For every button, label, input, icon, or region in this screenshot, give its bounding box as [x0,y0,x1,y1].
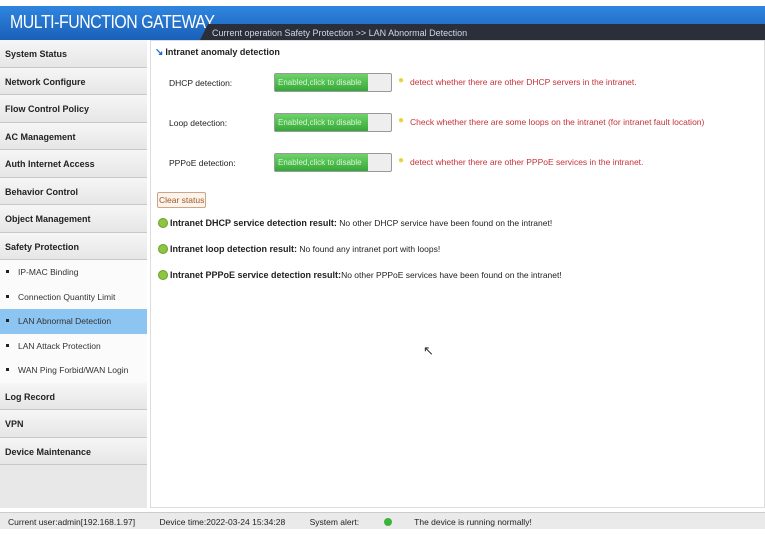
row-label: PPPoE detection: [169,158,236,168]
submenu-connection-quantity-limit[interactable]: Connection Quantity Limit [0,284,147,310]
result-text: No other DHCP service have been found on… [336,218,553,228]
menu-auth-internet-access[interactable]: Auth Internet Access [0,150,147,178]
clear-status-button[interactable]: Clear status [157,192,207,208]
check-icon [158,270,168,280]
menu-flow-control-policy[interactable]: Flow Control Policy [0,95,147,123]
alert-text: The device is running normally! [414,517,532,527]
device-time: Device time:2022-03-24 15:34:28 [159,517,286,527]
row-hint: Check whether there are some loops on th… [410,117,705,127]
menu-network-configure[interactable]: Network Configure [0,67,147,95]
row-hint: detect whether there are other PPPoE ser… [410,157,644,167]
pppoe-result: Intranet PPPoE service detection result:… [158,270,562,280]
section-title-text: Intranet anomaly detection [165,47,280,57]
toggle-label: Enabled,click to disable [275,114,368,131]
dhcp-detection-toggle[interactable]: Enabled,click to disable [274,73,392,92]
submenu-lan-attack-protection[interactable]: LAN Attack Protection [0,333,147,359]
status-ok-icon [384,518,393,526]
breadcrumb: Current operation Safety Protection >> L… [200,24,765,40]
result-text: No found any intranet port with loops! [297,244,441,254]
alert-label: System alert: [309,517,360,527]
section-title: ↘ Intranet anomaly detection [155,47,280,58]
header: MULTI-FUNCTION GATEWAY Current operation… [0,6,765,40]
pppoe-detection-row: PPPoE detection: Enabled,click to disabl… [169,153,759,173]
lightbulb-icon: ● [398,155,405,166]
result-label: Intranet PPPoE service detection result: [170,270,342,280]
menu-system-status[interactable]: System Status [0,40,147,68]
menu-ac-management[interactable]: AC Management [0,122,147,150]
content-panel: ↘ Intranet anomaly detection DHCP detecti… [150,40,765,508]
system-alert: System alert: The device is running norma… [310,517,554,527]
current-user: Current user:admin[192.168.1.97] [8,517,136,527]
submenu-ip-mac-binding[interactable]: IP-MAC Binding [0,260,147,285]
menu-device-maintenance[interactable]: Device Maintenance [0,437,147,466]
dhcp-result: Intranet DHCP service detection result: … [158,218,552,228]
mouse-cursor-icon: ↖ [423,343,434,358]
result-label: Intranet loop detection result: [170,244,298,254]
result-text: No other PPPoE services have been found … [341,270,562,280]
toggle-label: Enabled,click to disable [275,74,368,91]
pppoe-detection-toggle[interactable]: Enabled,click to disable [274,153,392,172]
check-icon [158,244,168,254]
row-label: DHCP detection: [169,78,233,88]
status-bar: Current user:admin[192.168.1.97] Device … [0,512,765,529]
row-label: Loop detection: [169,118,228,128]
loop-detection-toggle[interactable]: Enabled,click to disable [274,113,392,132]
toggle-label: Enabled,click to disable [275,154,368,171]
submenu-lan-abnormal-detection[interactable]: LAN Abnormal Detection [0,309,147,334]
arrow-icon: ↘ [155,47,164,58]
lightbulb-icon: ● [398,75,405,86]
lightbulb-icon: ● [398,115,405,126]
app-title: MULTI-FUNCTION GATEWAY [10,12,215,32]
menu-vpn[interactable]: VPN [0,410,147,438]
menu-safety-protection[interactable]: Safety Protection [0,232,147,260]
menu-log-record[interactable]: Log Record [0,382,147,411]
check-icon [158,218,168,228]
loop-detection-row: Loop detection: Enabled,click to disable… [169,113,759,133]
menu-behavior-control[interactable]: Behavior Control [0,177,147,205]
submenu-wan-ping-forbid[interactable]: WAN Ping Forbid/WAN Login [0,358,147,383]
menu-object-management[interactable]: Object Management [0,205,147,233]
result-label: Intranet DHCP service detection result: [170,218,337,228]
loop-result: Intranet loop detection result: No found… [158,244,440,254]
dhcp-detection-row: DHCP detection: Enabled,click to disable… [169,73,759,93]
sidebar: System Status Network Configure Flow Con… [0,40,147,508]
row-hint: detect whether there are other DHCP serv… [410,77,637,87]
